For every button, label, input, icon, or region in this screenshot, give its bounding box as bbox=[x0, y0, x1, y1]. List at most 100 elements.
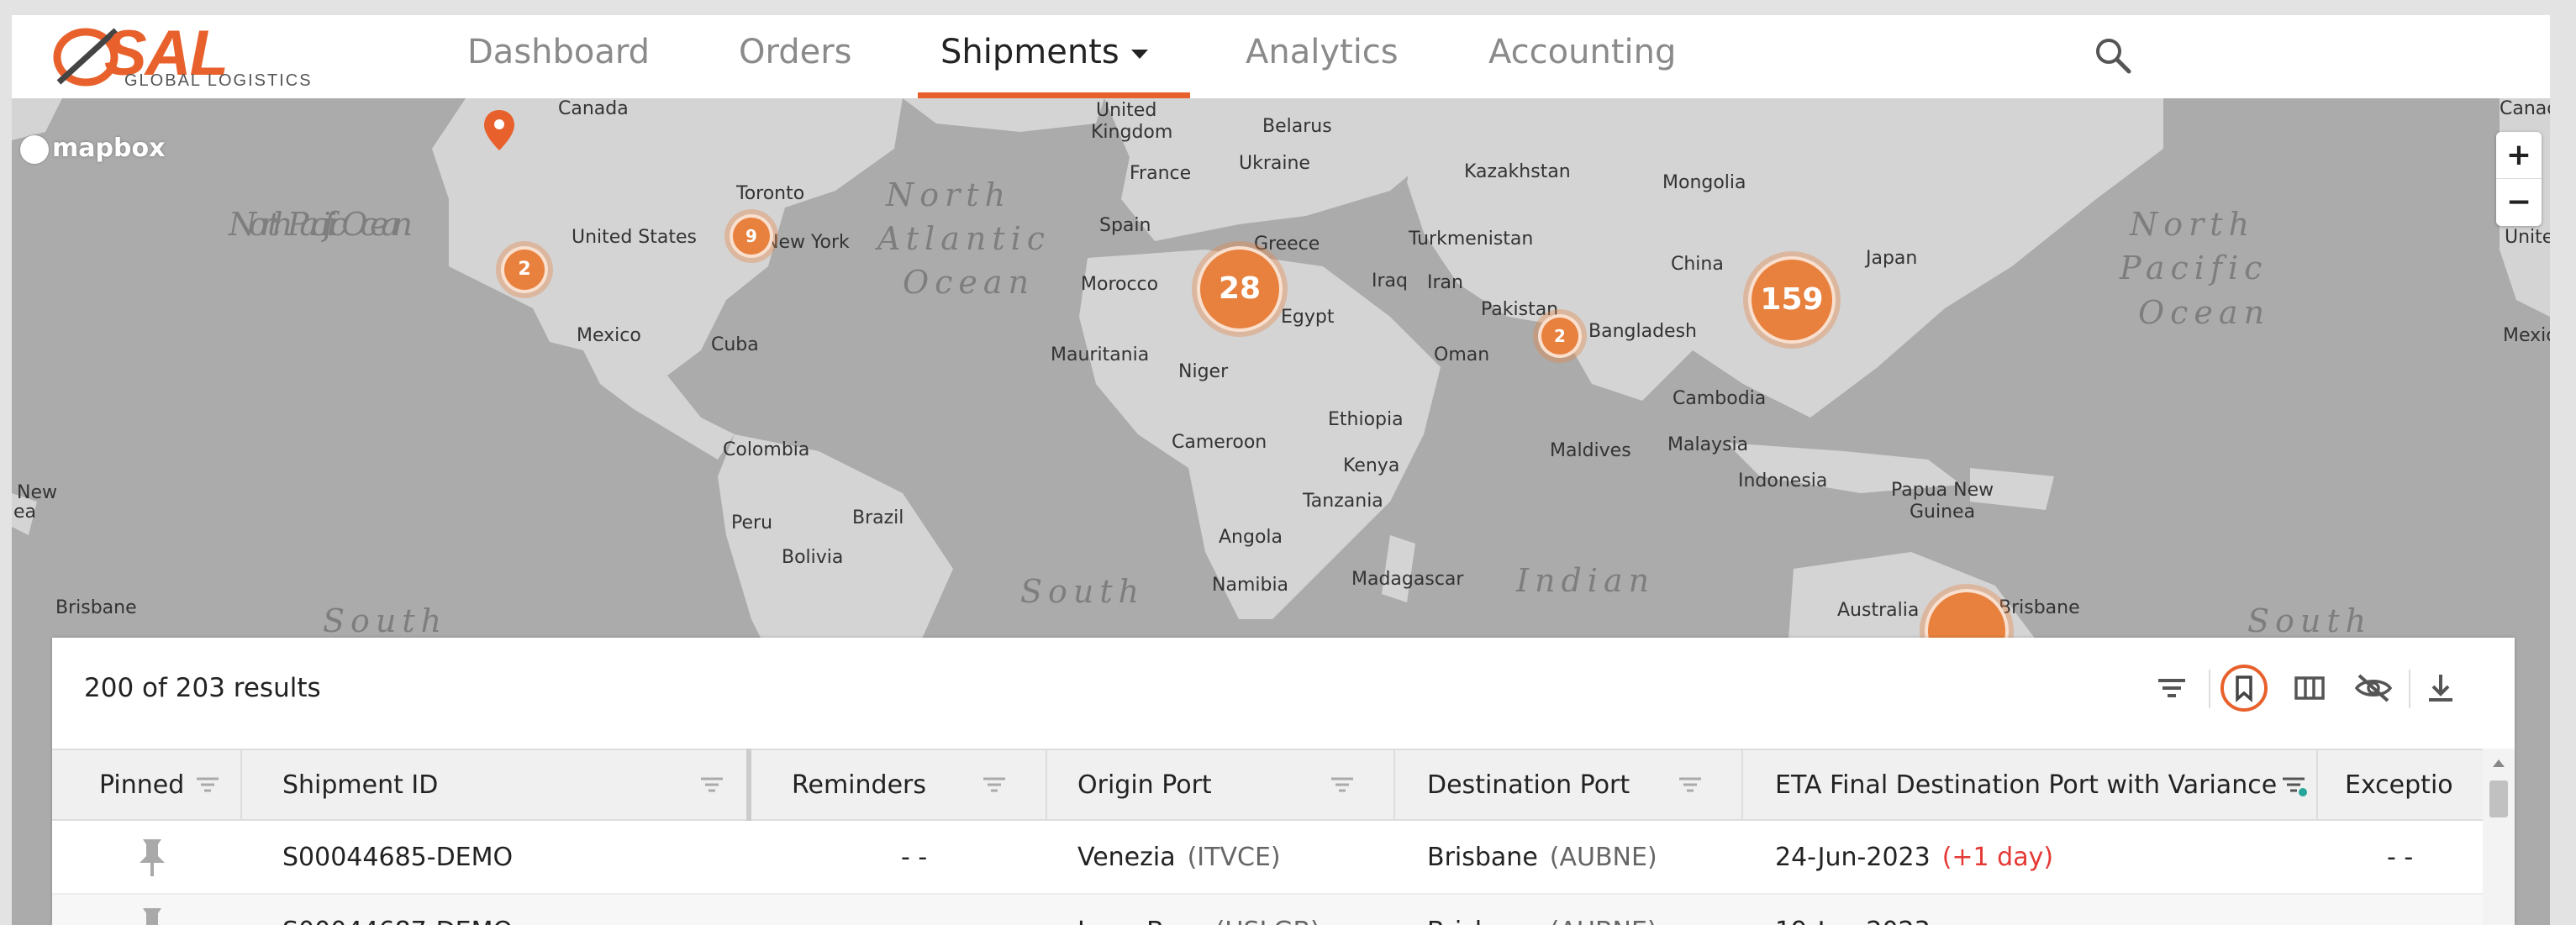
map-label: Brazil bbox=[852, 507, 904, 528]
column-filter-icon[interactable] bbox=[980, 772, 1009, 797]
hide-icon[interactable] bbox=[2348, 663, 2399, 713]
map-cluster[interactable]: 9 bbox=[730, 214, 773, 258]
table-row[interactable]: S00044685-DEMO - - Venezia (ITVCE) Brisba… bbox=[52, 821, 2483, 895]
map-label: ea bbox=[13, 502, 37, 523]
map-cluster[interactable]: 2 bbox=[501, 246, 548, 293]
column-header-origin-port[interactable]: Origin Port bbox=[1077, 750, 1212, 821]
map-label: Bolivia bbox=[782, 547, 844, 568]
nav-shipments-label: Shipments bbox=[940, 33, 1119, 71]
reminders-cell: - - bbox=[901, 843, 928, 872]
zoom-out-button[interactable]: − bbox=[2496, 179, 2542, 226]
map-cluster[interactable]: 28 bbox=[1197, 246, 1283, 332]
map-label: Australia bbox=[1837, 600, 1920, 621]
scroll-up-icon[interactable] bbox=[2491, 757, 2506, 769]
map-label: Bangladesh bbox=[1588, 321, 1697, 342]
search-icon[interactable] bbox=[2093, 35, 2133, 76]
column-header-pinned[interactable]: Pinned bbox=[99, 750, 184, 821]
origin-port-cell: Venezia (ITVCE) bbox=[1077, 843, 1281, 872]
map-label: Turkmenistan bbox=[1409, 229, 1534, 250]
exceptions-cell: - - bbox=[2387, 843, 2414, 872]
map-label: Kenya bbox=[1343, 455, 1400, 476]
filter-icon[interactable] bbox=[2147, 663, 2197, 713]
eta-cell: 19-Jun-2023 bbox=[1775, 895, 1931, 925]
map-label: Egypt bbox=[1281, 307, 1335, 328]
map-cluster[interactable]: 159 bbox=[1748, 256, 1836, 344]
map-label: Guinea bbox=[1910, 502, 1976, 523]
map-label: Tanzania bbox=[1303, 491, 1383, 512]
column-header-reminders[interactable]: Reminders bbox=[792, 750, 926, 821]
column-filter-icon[interactable] bbox=[193, 772, 222, 797]
map-label: Ethiopia bbox=[1328, 409, 1404, 430]
map-label: Brisbane bbox=[1999, 597, 2080, 618]
map-cluster[interactable]: 2 bbox=[1538, 314, 1582, 358]
map-label: United States bbox=[572, 227, 697, 248]
map-label: Cameroon bbox=[1172, 432, 1267, 453]
map-label: China bbox=[1671, 254, 1724, 275]
map-label: Canada bbox=[2500, 98, 2550, 119]
map-label: Toronto bbox=[736, 183, 805, 204]
map-label: Brisbane bbox=[55, 597, 137, 618]
map-label: Peru bbox=[731, 512, 773, 533]
table-row[interactable]: S00044687-DEMO - - Long Be...(USLGB) Bri… bbox=[52, 895, 2483, 925]
map-label: Colombia bbox=[723, 439, 810, 460]
map-label: Kingdom bbox=[1091, 122, 1173, 143]
mapbox-logo: mapbox bbox=[20, 134, 165, 164]
table-header: Pinned Shipment ID Reminders Origin Port… bbox=[52, 749, 2483, 821]
nav-orders[interactable]: Orders bbox=[739, 15, 852, 96]
column-header-destination-port[interactable]: Destination Port bbox=[1427, 750, 1630, 821]
destination-port-cell: Brisbane(AUBNE) bbox=[1427, 895, 1657, 925]
toolbar-divider bbox=[2209, 670, 2210, 708]
columns-icon[interactable] bbox=[2284, 663, 2335, 713]
column-header-shipment-id[interactable]: Shipment ID bbox=[282, 750, 438, 821]
app-window: SAL GLOBAL LOGISTICS Dashboard Orders Sh… bbox=[12, 15, 2550, 925]
nav-shipments[interactable]: Shipments bbox=[940, 15, 1148, 96]
pin-icon[interactable] bbox=[134, 905, 170, 925]
chevron-down-icon bbox=[1130, 49, 1148, 59]
nav-dashboard[interactable]: Dashboard bbox=[467, 15, 650, 96]
reminders-cell: - - bbox=[901, 895, 927, 925]
map-label: Malaysia bbox=[1667, 434, 1749, 455]
map-label: Mauritania bbox=[1051, 344, 1150, 365]
map-label: Morocco bbox=[1081, 274, 1159, 295]
map-label: Japan bbox=[1866, 248, 1918, 269]
pin-icon[interactable] bbox=[134, 836, 170, 880]
results-count: 200 of 203 results bbox=[84, 673, 321, 703]
map-label: Ukraine bbox=[1239, 153, 1310, 174]
download-icon[interactable] bbox=[2415, 663, 2466, 713]
results-panel: 200 of 203 results Pinned Shipment ID Re… bbox=[52, 638, 2515, 925]
map-label: Indonesia bbox=[1738, 470, 1828, 491]
shipment-id-cell[interactable]: S00044687-DEMO bbox=[282, 895, 513, 925]
destination-port-cell: Brisbane(AUBNE) bbox=[1427, 843, 1657, 872]
map-label: Cuba bbox=[711, 334, 759, 355]
shipment-id-cell[interactable]: S00044685-DEMO bbox=[282, 821, 513, 895]
toolbar-divider bbox=[2409, 670, 2410, 708]
nav-analytics[interactable]: Analytics bbox=[1246, 15, 1399, 96]
map-label: Spain bbox=[1099, 215, 1151, 236]
column-filter-icon[interactable] bbox=[1328, 772, 1356, 797]
zoom-controls: + − bbox=[2496, 132, 2542, 226]
map-label: Cambodia bbox=[1673, 388, 1767, 409]
scrollbar-thumb[interactable] bbox=[2489, 780, 2508, 817]
eta-variance: (+1 day) bbox=[1941, 843, 2054, 872]
column-header-exceptions[interactable]: Exceptio bbox=[2345, 750, 2483, 821]
map-label: Iran bbox=[1427, 272, 1463, 293]
nav-accounting[interactable]: Accounting bbox=[1488, 15, 1676, 96]
map-label: Kazakhstan bbox=[1464, 161, 1571, 182]
column-filter-icon[interactable] bbox=[698, 772, 726, 797]
map-pin-icon[interactable] bbox=[482, 108, 516, 152]
table-scrollbar[interactable] bbox=[2483, 749, 2515, 925]
map-label: Oman bbox=[1434, 344, 1490, 365]
map-label: Niger bbox=[1178, 361, 1229, 382]
active-filter-icon[interactable] bbox=[2279, 772, 2308, 797]
column-filter-icon[interactable] bbox=[1676, 772, 1704, 797]
zoom-in-button[interactable]: + bbox=[2496, 132, 2542, 179]
map-label: France bbox=[1130, 163, 1192, 184]
company-logo[interactable]: SAL GLOBAL LOGISTICS bbox=[50, 20, 353, 96]
map-label: Angola bbox=[1219, 527, 1283, 548]
map-label: Unite bbox=[2505, 227, 2550, 248]
column-header-eta-variance[interactable]: ETA Final Destination Port with Variance bbox=[1775, 750, 2277, 821]
bookmark-icon[interactable] bbox=[2219, 663, 2269, 713]
map-label: Greece bbox=[1254, 234, 1320, 255]
map-label: Belarus bbox=[1262, 116, 1332, 137]
map-label: Mexico bbox=[577, 325, 641, 346]
